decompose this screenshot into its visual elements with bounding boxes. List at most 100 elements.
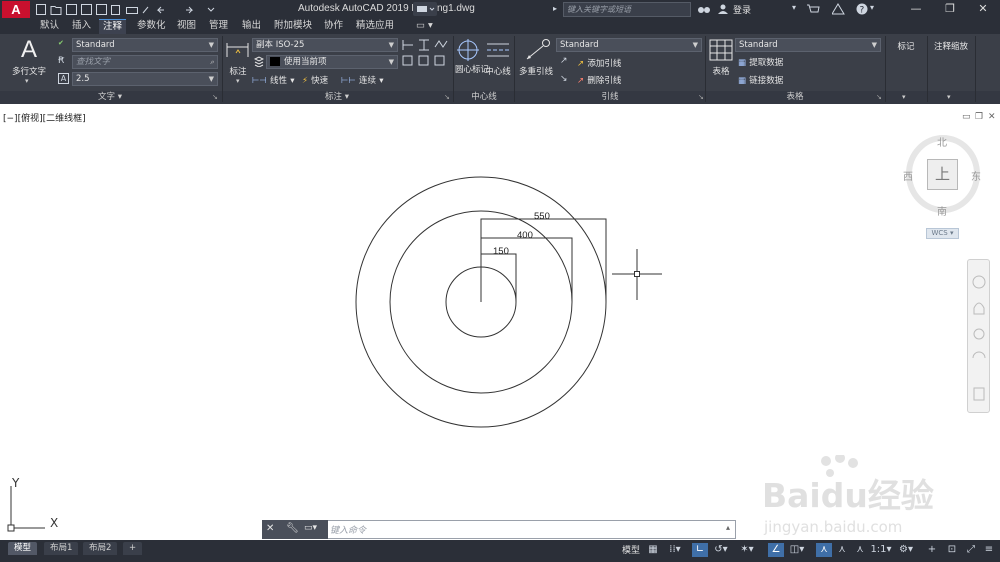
workspace-switcher[interactable] bbox=[413, 2, 437, 16]
snap-icon[interactable]: ⁞⁞▾ bbox=[663, 543, 687, 557]
minimize-button[interactable]: — bbox=[899, 0, 933, 19]
tab-addins[interactable]: 附加模块 bbox=[270, 19, 316, 34]
panel-launcher-icon[interactable]: ↘ bbox=[876, 93, 882, 101]
close-icon[interactable]: ✕ bbox=[266, 523, 274, 534]
viewcube-west[interactable]: 西 bbox=[903, 168, 913, 183]
dimension-550-lines[interactable] bbox=[480, 218, 607, 302]
table-icon[interactable] bbox=[709, 39, 733, 61]
polar-icon[interactable]: ↺▾ bbox=[710, 543, 732, 557]
mtext-dropdown-icon[interactable]: ▾ bbox=[25, 77, 29, 85]
annotation-scaling-button[interactable]: 注释缩放 bbox=[928, 40, 974, 52]
isolate-objects-icon[interactable]: ⊡ bbox=[944, 543, 960, 557]
centerline-button[interactable]: 中心线 bbox=[482, 65, 514, 77]
tab-insert[interactable]: 插入 bbox=[68, 19, 95, 34]
restore-button[interactable]: ❐ bbox=[933, 0, 967, 19]
dimension-style-select[interactable]: 副本 ISO-25 ▼ bbox=[252, 38, 398, 52]
multileader-icon[interactable] bbox=[524, 38, 550, 62]
search-expand-icon[interactable]: ▸ bbox=[553, 4, 561, 14]
continue-dimension-button[interactable]: ⊢⊢ 连续 ▾ bbox=[341, 74, 383, 86]
model-space-toggle[interactable]: 模型 bbox=[622, 543, 640, 556]
help-icon[interactable]: ? bbox=[856, 3, 868, 15]
link-data-button[interactable]: ▦ 链接数据 bbox=[738, 74, 783, 86]
command-expand-icon[interactable]: ▴ bbox=[726, 523, 730, 532]
add-leader-button[interactable]: ↗ 添加引线 bbox=[577, 57, 621, 69]
dimension-150-lines[interactable] bbox=[480, 253, 517, 302]
dimension-button[interactable]: 标注 bbox=[222, 65, 254, 77]
dimension-tools-icons[interactable] bbox=[401, 38, 451, 68]
center-mark-button[interactable]: 圆心标记 bbox=[455, 65, 489, 76]
dimension-400-text[interactable]: 400 bbox=[517, 230, 533, 241]
viewcube-south[interactable]: 南 bbox=[937, 203, 947, 218]
mtext-button[interactable]: 多行文字 bbox=[6, 65, 52, 77]
command-history-icon[interactable]: ▭▾ bbox=[304, 523, 317, 533]
text-style-select[interactable]: Standard ▼ bbox=[72, 38, 218, 52]
dimension-550-text[interactable]: 550 bbox=[534, 211, 550, 222]
close-button[interactable]: ✕ bbox=[966, 0, 1000, 19]
isodraft-icon[interactable]: ✶▾ bbox=[736, 543, 758, 557]
annotation-visibility-icon[interactable]: ⋏ bbox=[816, 543, 832, 557]
object-snap-tracking-icon[interactable]: ∠ bbox=[768, 543, 784, 557]
text-height-select[interactable]: 2.5 ▼ bbox=[72, 72, 218, 86]
multileader-style-select[interactable]: Standard ▼ bbox=[556, 38, 702, 52]
extract-data-button[interactable]: ▦ 提取数据 bbox=[738, 56, 783, 68]
user-icon[interactable] bbox=[717, 3, 729, 15]
text-panel-label[interactable]: 文字 ▾ bbox=[0, 92, 220, 103]
viewport-restore-button[interactable]: ❐ bbox=[975, 112, 983, 122]
search-icon[interactable]: ⌕ bbox=[210, 56, 214, 68]
viewcube-top-face[interactable]: 上 bbox=[927, 159, 958, 190]
annotation-monitor-icon[interactable]: + bbox=[924, 543, 940, 557]
dimension-icon[interactable] bbox=[226, 39, 250, 61]
tab-parametric[interactable]: 参数化 bbox=[133, 19, 170, 34]
spell-check-icon[interactable]: ✔ bbox=[58, 39, 64, 47]
command-input[interactable]: 键入命令 bbox=[330, 523, 366, 536]
linear-dimension-button[interactable]: ⊢⊣ 线性 ▾ bbox=[252, 74, 294, 86]
dimension-layer-select[interactable]: 使用当前项 ▼ bbox=[266, 55, 398, 69]
mtext-icon[interactable]: A bbox=[16, 37, 42, 63]
quick-dimension-button[interactable]: ⚡ 快速 bbox=[302, 74, 328, 86]
tab-collaborate[interactable]: 协作 bbox=[320, 19, 347, 34]
tab-layout1[interactable]: 布局1 bbox=[44, 542, 79, 555]
tab-default[interactable]: 默认 bbox=[36, 19, 63, 34]
ribbon-toggle-icon[interactable]: ▭ ▾ bbox=[412, 19, 437, 34]
table-button[interactable]: 表格 bbox=[707, 65, 735, 77]
a360-icon[interactable] bbox=[832, 3, 845, 15]
centerline-icon[interactable] bbox=[486, 40, 510, 60]
new-layout-button[interactable]: + bbox=[123, 542, 143, 555]
remove-leader-button[interactable]: ↗ 删除引线 bbox=[577, 74, 621, 86]
customization-menu-icon[interactable]: ≡ bbox=[981, 543, 997, 557]
viewport-close-button[interactable]: ✕ bbox=[988, 112, 996, 122]
wrench-icon[interactable]: 🔧︎ bbox=[286, 523, 299, 534]
grid-icon[interactable]: ▦ bbox=[645, 543, 661, 557]
quick-access-toolbar[interactable] bbox=[36, 3, 222, 16]
dimension-dropdown-icon[interactable]: ▾ bbox=[236, 77, 240, 85]
markup-expand-icon[interactable]: ▾ bbox=[902, 93, 906, 101]
multileader-button[interactable]: 多重引线 bbox=[515, 65, 557, 77]
dimension-150-text[interactable]: 150 bbox=[493, 246, 509, 257]
center-mark-icon[interactable] bbox=[457, 39, 479, 61]
sign-in-button[interactable]: 登录 bbox=[733, 3, 751, 16]
dimension-panel-label[interactable]: 标注 ▾ bbox=[224, 92, 450, 103]
tab-layout2[interactable]: 布局2 bbox=[83, 542, 118, 555]
application-menu-button[interactable]: A bbox=[2, 1, 30, 18]
tab-manage[interactable]: 管理 bbox=[205, 19, 232, 34]
annotation-autoscale-icon[interactable]: ⋏ bbox=[834, 543, 850, 557]
cart-icon[interactable] bbox=[806, 3, 820, 15]
annotation-scale-icon[interactable]: ⋏ bbox=[852, 543, 868, 557]
panel-launcher-icon[interactable]: ↘ bbox=[444, 93, 450, 101]
tab-annotate[interactable]: 注释 bbox=[99, 19, 127, 34]
viewcube-north[interactable]: 北 bbox=[937, 134, 947, 149]
search-input[interactable]: 键入关键字或短语 bbox=[563, 2, 691, 17]
annotation-scale-value[interactable]: 1:1▾ bbox=[870, 543, 892, 557]
markup-panel-button[interactable]: 标记 bbox=[886, 40, 926, 52]
tab-view[interactable]: 视图 bbox=[173, 19, 200, 34]
annotation-scaling-expand-icon[interactable]: ▾ bbox=[947, 93, 951, 101]
tab-model[interactable]: 模型 bbox=[8, 542, 38, 555]
find-text-input[interactable]: 查找文字 ⌕ bbox=[72, 55, 218, 69]
wcs-menu[interactable]: WCS ▾ bbox=[926, 228, 959, 239]
viewport-minimize-button[interactable]: ▭ bbox=[962, 112, 971, 122]
tab-output[interactable]: 输出 bbox=[238, 19, 265, 34]
table-style-select[interactable]: Standard ▼ bbox=[735, 38, 881, 52]
viewcube-east[interactable]: 东 bbox=[971, 168, 981, 183]
sign-in-dropdown-icon[interactable]: ▾ bbox=[792, 3, 796, 12]
panel-launcher-icon[interactable]: ↘ bbox=[212, 93, 218, 101]
